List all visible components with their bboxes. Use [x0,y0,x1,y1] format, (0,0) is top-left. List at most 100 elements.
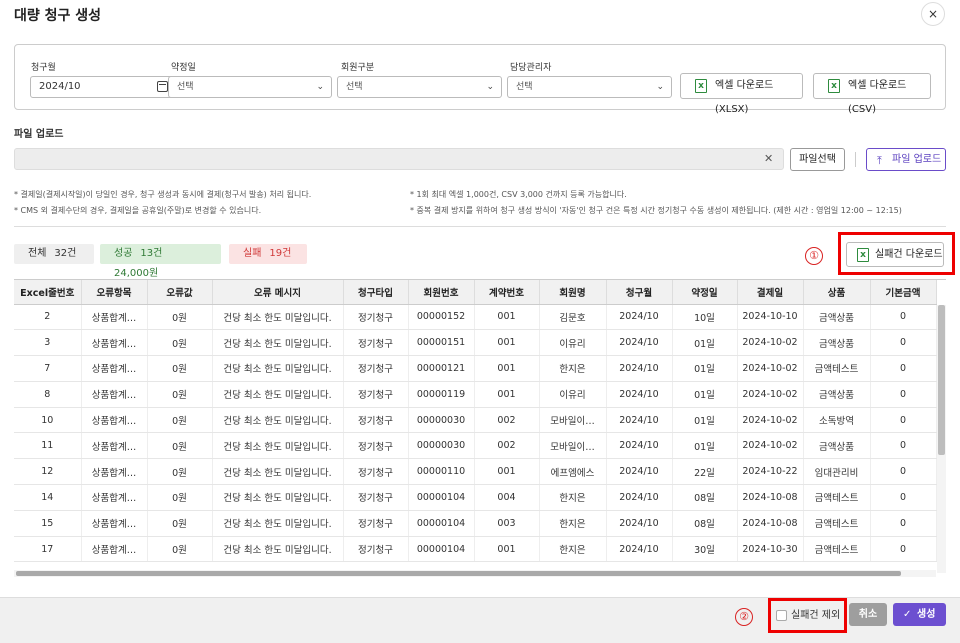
vertical-scrollbar[interactable] [937,305,946,573]
chevron-down-icon: ⌄ [656,82,664,92]
excel-csv-download-button[interactable]: x 엑셀 다운로드(CSV) [813,73,931,115]
table-cell: 00000104 [408,484,475,511]
create-button-label: 생성 [917,609,936,620]
billing-month-picker[interactable]: 2024/10 [30,76,175,98]
col-header[interactable]: 기본금액 [870,280,937,305]
close-icon[interactable]: × [921,2,945,26]
excel-icon: x [695,79,707,93]
file-path-input[interactable] [14,148,784,170]
table-cell: 2024/10 [606,536,673,563]
table-cell: 3 [14,329,82,357]
table-cell: 00000152 [408,304,475,331]
col-header[interactable]: 오류항목 [81,280,148,305]
col-header[interactable]: 회원번호 [408,280,475,305]
table-cell: 한지은 [539,355,607,382]
table-row[interactable]: 14 상품합계… 0원 건당 최소 한도 미달입니다. 정기청구 00000104 004 한… [14,484,937,511]
excel-xlsx-download-button[interactable]: x 엑셀 다운로드(XLSX) [680,73,803,115]
table-cell: 00000121 [408,355,475,382]
col-header[interactable]: 계약번호 [474,280,540,305]
check-icon: ✓ [903,609,912,620]
table-cell: 상품합계… [81,484,148,511]
table-cell: 2024-10-10 [737,304,804,331]
table-cell: 2024-10-08 [737,510,804,537]
error-table: Excel줄번호 오류항목 오류값 오류 메시지 청구타입 회원번호 계약번호 … [14,279,946,577]
table-cell: 건당 최소 한도 미달입니다. [212,381,344,408]
create-button[interactable]: ✓ 생성 [893,603,946,626]
table-cell: 002 [474,432,540,460]
table-cell: 금액상품 [803,432,871,460]
col-header[interactable]: 약정일 [672,280,738,305]
table-cell: 00000104 [408,536,475,563]
table-cell: 0 [870,381,937,408]
table-cell: 004 [474,484,540,511]
table-cell: 정기청구 [343,484,409,511]
table-row[interactable]: 10 상품합계… 0원 건당 최소 한도 미달입니다. 정기청구 00000030 002 모… [14,407,937,434]
table-cell: 0원 [147,458,213,486]
table-cell: 정기청구 [343,355,409,382]
table-cell: 002 [474,407,540,434]
contract-day-select[interactable]: 선택 ⌄ [168,76,332,98]
table-cell: 0원 [147,381,213,408]
horizontal-scrollbar[interactable] [14,570,936,577]
contract-day-value: 선택 [177,82,194,92]
dialog-header: 대량 청구 생성 × [0,0,960,28]
horizontal-scroll-thumb[interactable] [16,571,901,576]
table-cell: 금액테스트 [803,510,871,537]
clear-icon[interactable]: ✕ [764,152,773,165]
table-cell: 2024/10 [606,355,673,382]
table-row[interactable]: 15 상품합계… 0원 건당 최소 한도 미달입니다. 정기청구 00000104 003 한… [14,510,937,537]
table-cell: 2024-10-02 [737,329,804,357]
table-cell: 01일 [672,381,738,408]
fail-label: 실패 [243,248,262,259]
table-cell: 00000104 [408,510,475,537]
table-cell: 소독방역 [803,407,871,434]
table-row[interactable]: 2 상품합계… 0원 건당 최소 한도 미달입니다. 정기청구 00000152 001 김문… [14,304,937,331]
member-type-select[interactable]: 선택 ⌄ [337,76,502,98]
table-cell: 2024/10 [606,458,673,486]
manager-select[interactable]: 선택 ⌄ [507,76,672,98]
table-cell: 건당 최소 한도 미달입니다. [212,355,344,382]
table-cell: 00000110 [408,458,475,486]
table-cell: 정기청구 [343,304,409,331]
table-cell: 이유리 [539,381,607,408]
table-cell: 00000030 [408,407,475,434]
note-right-1: * 1회 최대 엑셀 1,000건, CSV 3,000 건까지 등록 가능합니… [410,190,627,199]
file-select-button[interactable]: 파일선택 [790,148,845,171]
table-cell: 상품합계… [81,458,148,486]
table-row[interactable]: 7 상품합계… 0원 건당 최소 한도 미달입니다. 정기청구 00000121 001 한지… [14,355,937,382]
total-count-badge: 전체 32건 [14,244,94,264]
fail-download-button[interactable]: x 실패건 다운로드 [846,242,944,267]
col-header[interactable]: Excel줄번호 [14,280,82,305]
exclude-failed-checkbox[interactable]: 실패건 제외 [774,605,844,627]
table-cell: 2024/10 [606,381,673,408]
table-cell: 8 [14,381,82,408]
vertical-scroll-thumb[interactable] [938,305,945,455]
col-header[interactable]: 오류값 [147,280,213,305]
col-header[interactable]: 오류 메시지 [212,280,344,305]
table-cell: 00000119 [408,381,475,408]
excel-csv-label: 엑셀 다운로드(CSV) [848,80,907,115]
note-right-2: * 중복 결제 방지를 위하여 청구 생성 방식이 '자동'인 청구 건은 특정… [410,206,902,215]
col-header[interactable]: 청구타입 [343,280,409,305]
table-cell: 14 [14,484,82,511]
table-row[interactable]: 11 상품합계… 0원 건당 최소 한도 미달입니다. 정기청구 00000030 002 모… [14,432,937,460]
col-header[interactable]: 상품 [803,280,871,305]
table-cell: 0 [870,510,937,537]
table-cell: 0원 [147,432,213,460]
table-cell: 0 [870,432,937,460]
file-upload-button[interactable]: ⤒ 파일 업로드 [866,148,946,171]
col-header[interactable]: 청구월 [606,280,673,305]
success-label: 성공 [114,248,133,259]
table-row[interactable]: 3 상품합계… 0원 건당 최소 한도 미달입니다. 정기청구 00000151 001 이유… [14,329,937,357]
table-row[interactable]: 8 상품합계… 0원 건당 최소 한도 미달입니다. 정기청구 00000119 001 이유… [14,381,937,408]
table-cell: 건당 최소 한도 미달입니다. [212,407,344,434]
col-header[interactable]: 결제일 [737,280,804,305]
table-cell: 상품합계… [81,510,148,537]
checkbox-icon[interactable] [776,610,787,621]
table-cell: 금액상품 [803,329,871,357]
table-cell: 0원 [147,304,213,331]
cancel-button[interactable]: 취소 [849,603,887,626]
table-row[interactable]: 12 상품합계… 0원 건당 최소 한도 미달입니다. 정기청구 00000110 001 에… [14,458,937,486]
col-header[interactable]: 회원명 [539,280,607,305]
table-row[interactable]: 17 상품합계… 0원 건당 최소 한도 미달입니다. 정기청구 00000104 001 한… [14,536,937,563]
